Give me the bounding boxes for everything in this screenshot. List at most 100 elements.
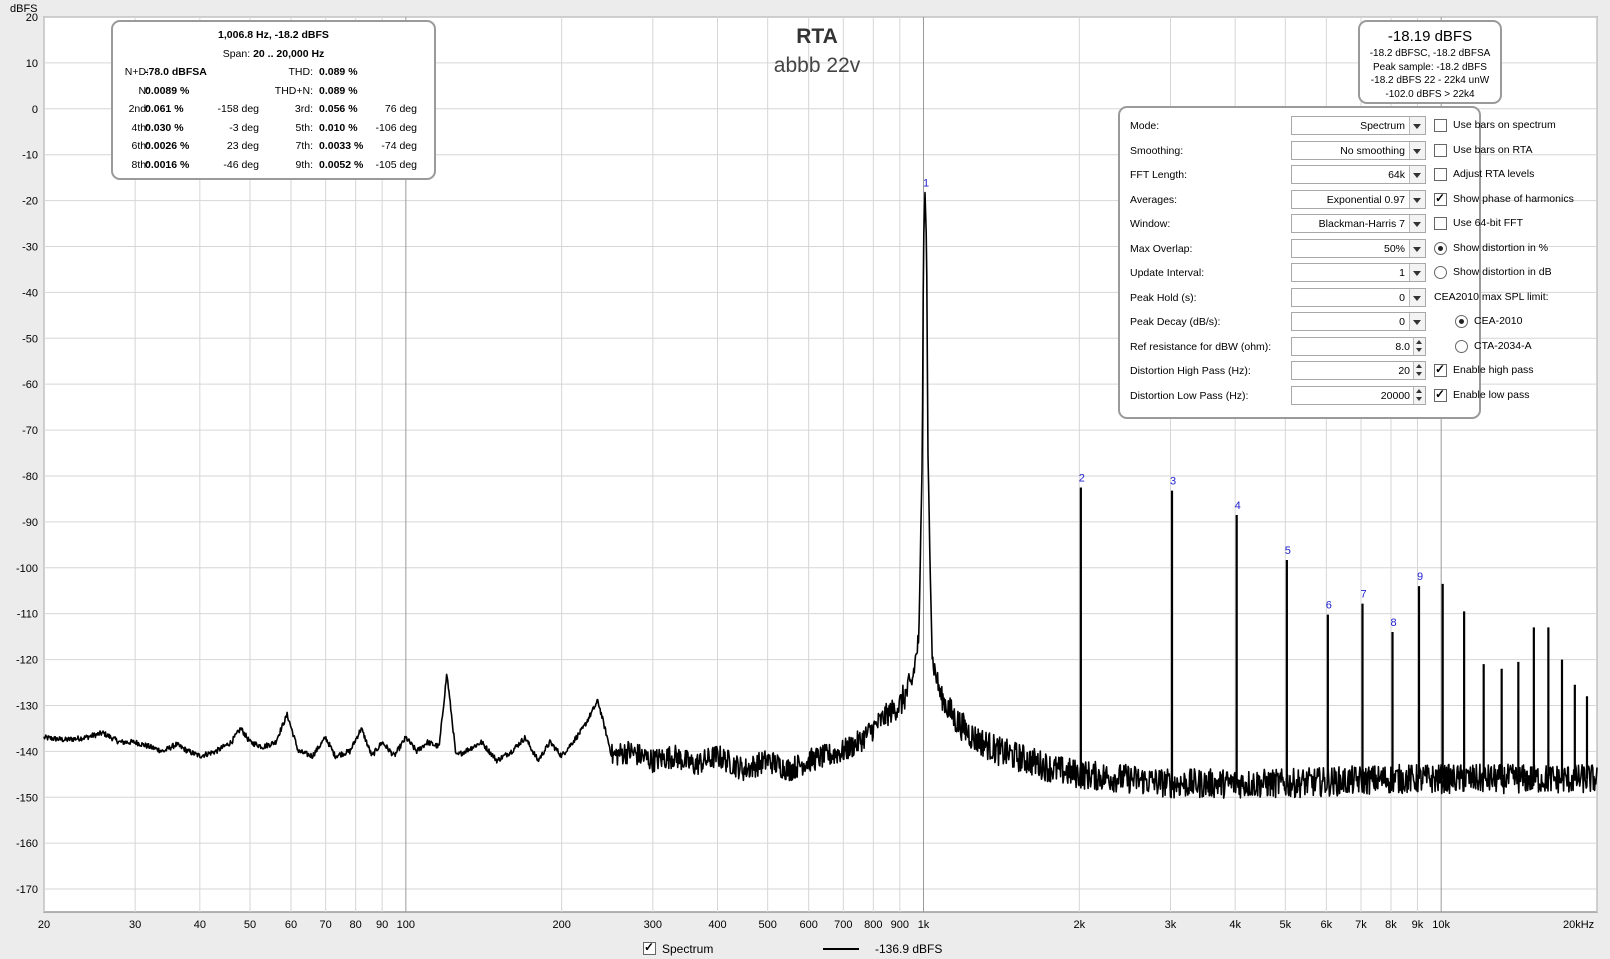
checkbox[interactable] bbox=[1434, 387, 1447, 402]
setting-dropdown[interactable]: 50% bbox=[1291, 238, 1426, 258]
spinner-arrows-icon[interactable] bbox=[1413, 362, 1425, 379]
setting-label: Peak Decay (dB/s): bbox=[1130, 316, 1221, 328]
y-tick-label: -90 bbox=[22, 517, 38, 529]
setting-spinbox[interactable]: 20 bbox=[1291, 361, 1426, 380]
chevron-down-icon[interactable] bbox=[1409, 239, 1425, 257]
setting-row: Mode: Spectrum bbox=[1130, 116, 1476, 136]
option-label: CEA2010 max SPL limit: bbox=[1434, 290, 1549, 303]
setting-dropdown[interactable]: 0 bbox=[1291, 312, 1426, 331]
y-tick-label: -100 bbox=[16, 563, 38, 575]
chevron-down-icon[interactable] bbox=[1409, 166, 1425, 183]
option-label: Show distortion in % bbox=[1453, 241, 1549, 254]
distortion-stats-panel[interactable]: 1,006.8 Hz, -18.2 dBFS Span: 20 .. 20,00… bbox=[111, 20, 436, 180]
stat-label: THD+N: bbox=[274, 84, 313, 97]
checkbox[interactable] bbox=[1434, 362, 1447, 377]
setting-dropdown[interactable]: Exponential 0.97 bbox=[1291, 189, 1426, 209]
x-tick-label: 50 bbox=[244, 919, 256, 931]
harmonic-peak-label: 2 bbox=[1079, 472, 1085, 484]
setting-row: FFT Length: 64k bbox=[1130, 165, 1476, 185]
y-tick-labels: 20100-10-20-30-40-50-60-70-80-90-100-110… bbox=[16, 12, 38, 896]
setting-row: Max Overlap: 50% bbox=[1130, 238, 1476, 259]
option-label: Use bars on spectrum bbox=[1453, 119, 1556, 131]
stat-value: 0.089 % bbox=[319, 66, 358, 78]
setting-dropdown[interactable]: Spectrum bbox=[1291, 116, 1426, 135]
harmonic-peak-label: 3 bbox=[1170, 476, 1176, 488]
setting-dropdown[interactable]: Blackman-Harris 7 bbox=[1291, 214, 1426, 233]
checkbox[interactable] bbox=[1434, 191, 1447, 206]
option-label: Enable high pass bbox=[1453, 364, 1534, 376]
stat-value: 0.089 % bbox=[319, 84, 358, 97]
y-tick-label: -140 bbox=[16, 746, 38, 758]
chevron-down-icon[interactable] bbox=[1409, 313, 1425, 330]
setting-label: Max Overlap: bbox=[1130, 242, 1193, 255]
setting-label: Mode: bbox=[1130, 120, 1160, 132]
spinner-arrows-icon[interactable] bbox=[1413, 337, 1425, 355]
option-label: Show distortion in dB bbox=[1453, 266, 1552, 278]
setting-value: Blackman-Harris 7 bbox=[1318, 218, 1405, 230]
stats-header: 1,006.8 Hz, -18.2 dBFS bbox=[218, 29, 329, 41]
checkbox[interactable] bbox=[1434, 143, 1447, 157]
chevron-down-icon[interactable] bbox=[1409, 288, 1425, 306]
setting-spinbox[interactable]: 20000 bbox=[1291, 385, 1426, 405]
x-tick-label: 10k bbox=[1432, 919, 1450, 931]
x-tick-label: 900 bbox=[891, 919, 909, 931]
setting-spinbox[interactable]: 8.0 bbox=[1291, 336, 1426, 356]
setting-row: Distortion High Pass (Hz): 20 bbox=[1130, 361, 1476, 381]
setting-label: FFT Length: bbox=[1130, 169, 1188, 181]
stat-phase: -74 deg bbox=[381, 140, 417, 153]
spinner-arrows-icon[interactable] bbox=[1413, 386, 1425, 404]
x-tick-label: 80 bbox=[350, 919, 362, 931]
legend-line-swatch bbox=[823, 948, 859, 950]
y-tick-label: -30 bbox=[22, 241, 38, 253]
setting-dropdown[interactable]: No smoothing bbox=[1291, 140, 1426, 160]
level-line: -102.0 dBFS > 22k4 bbox=[1385, 88, 1475, 100]
setting-label: Distortion High Pass (Hz): bbox=[1130, 365, 1251, 377]
y-tick-label: -130 bbox=[16, 700, 38, 712]
setting-value: 20 bbox=[1398, 365, 1410, 377]
stats-span: Span: 20 .. 20,000 Hz bbox=[113, 48, 434, 60]
level-line: -18.2 dBFS 22 - 22k4 unW bbox=[1370, 75, 1490, 86]
legend-spectrum-toggle[interactable]: Spectrum bbox=[643, 940, 733, 958]
setting-value: 64k bbox=[1388, 169, 1405, 181]
chevron-down-icon[interactable] bbox=[1409, 215, 1425, 232]
chevron-down-icon[interactable] bbox=[1409, 190, 1425, 208]
rta-settings-panel[interactable]: Mode: Spectrum Smoothing: No smoothing FFT L… bbox=[1118, 106, 1574, 419]
x-tick-label: 3k bbox=[1165, 919, 1177, 931]
setting-row: Update Interval: 1 bbox=[1130, 263, 1476, 283]
chevron-down-icon[interactable] bbox=[1409, 141, 1425, 159]
x-tick-label: 2k bbox=[1074, 919, 1086, 931]
setting-dropdown[interactable]: 1 bbox=[1291, 263, 1426, 282]
setting-label: Peak Hold (s): bbox=[1130, 291, 1197, 304]
level-meter-panel[interactable]: -18.19 dBFS -18.2 dBFSC, -18.2 dBFSA Pea… bbox=[1358, 20, 1502, 104]
x-tick-label: 300 bbox=[644, 919, 662, 931]
x-tick-label: 100 bbox=[397, 919, 415, 931]
option-label: CTA-2034-A bbox=[1474, 339, 1532, 352]
setting-dropdown[interactable]: 64k bbox=[1291, 165, 1426, 184]
radio-button[interactable] bbox=[1455, 339, 1468, 353]
option-label: Enable low pass bbox=[1453, 388, 1530, 401]
option-label: Adjust RTA levels bbox=[1453, 168, 1535, 180]
harmonic-peak-label: 6 bbox=[1326, 600, 1332, 612]
chevron-down-icon[interactable] bbox=[1409, 264, 1425, 281]
setting-label: Update Interval: bbox=[1130, 267, 1205, 279]
setting-dropdown[interactable]: 0 bbox=[1291, 287, 1426, 307]
setting-value: 50% bbox=[1383, 242, 1405, 255]
radio-button[interactable] bbox=[1455, 315, 1468, 328]
checkbox[interactable] bbox=[1434, 168, 1447, 181]
stat-phase: 76 deg bbox=[384, 103, 417, 116]
setting-label: Window: bbox=[1130, 218, 1171, 230]
setting-row: Ref resistance for dBW (ohm): 8.0 bbox=[1130, 336, 1476, 357]
setting-row: Distortion Low Pass (Hz): 20000 bbox=[1130, 385, 1476, 406]
radio-button[interactable] bbox=[1434, 241, 1447, 255]
legend-spectrum-checkbox[interactable] bbox=[643, 940, 656, 955]
harmonic-peak-label: 1 bbox=[923, 177, 929, 189]
setting-label: Ref resistance for dBW (ohm): bbox=[1130, 340, 1272, 353]
radio-button[interactable] bbox=[1434, 266, 1447, 279]
x-tick-label: 500 bbox=[758, 919, 776, 931]
checkbox[interactable] bbox=[1434, 119, 1447, 132]
checkbox[interactable] bbox=[1434, 217, 1447, 230]
chevron-down-icon[interactable] bbox=[1409, 117, 1425, 134]
y-tick-label: -40 bbox=[22, 287, 38, 299]
setting-label: Distortion Low Pass (Hz): bbox=[1130, 389, 1249, 402]
y-axis-label: dBFS bbox=[10, 3, 38, 15]
